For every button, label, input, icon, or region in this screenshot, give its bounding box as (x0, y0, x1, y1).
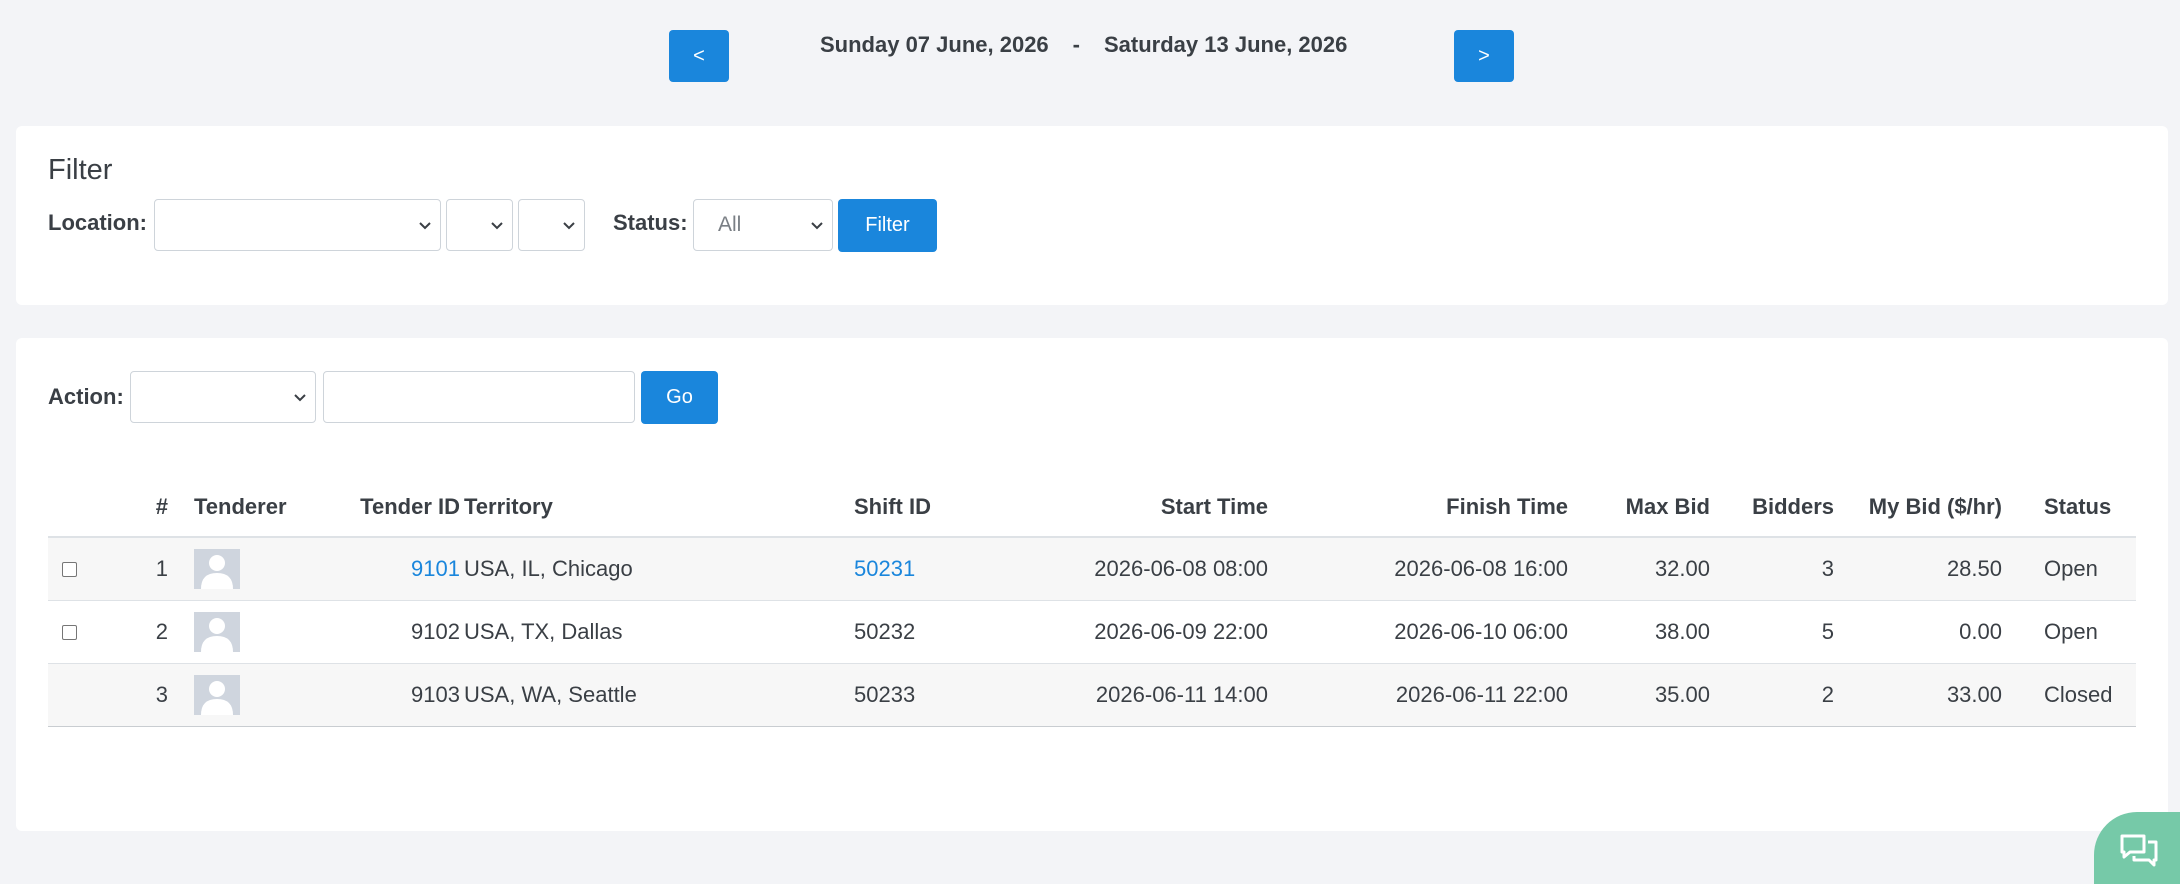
territory-cell: USA, IL, Chicago (464, 556, 633, 581)
week-navigator: < Sunday 07 June, 2026 - Saturday 13 Jun… (0, 0, 2180, 110)
filter-panel: Filter Location: Status: All Filter (16, 126, 2168, 305)
finish-time-cell: 2026-06-10 06:00 (1394, 619, 1568, 644)
max-bid-cell: 38.00 (1654, 619, 1710, 644)
location-select[interactable] (154, 199, 441, 251)
chat-bubbles-icon (2120, 834, 2158, 867)
tender-id-link[interactable]: 9101 (318, 538, 460, 600)
status-select[interactable]: All (693, 199, 833, 251)
column-header-shift-id[interactable]: Shift ID (854, 478, 964, 536)
checkbox-box[interactable] (62, 561, 77, 577)
chevron-down-icon (811, 222, 823, 230)
chevron-down-icon (491, 222, 503, 230)
user-silhouette-icon (201, 681, 233, 715)
tenderer-cell (194, 538, 254, 600)
row-index: 3 (155, 682, 168, 707)
location-sub-select-1[interactable] (446, 199, 513, 251)
column-header-tender-id[interactable]: Tender ID (318, 478, 460, 536)
week-start-date: Sunday 07 June, 2026 (820, 32, 1049, 57)
row-index: 2 (155, 619, 168, 644)
column-header-max-bid[interactable]: Max Bid (1588, 478, 1710, 536)
filter-button[interactable]: Filter (838, 199, 937, 252)
row-select-checkbox[interactable] (62, 601, 92, 663)
finish-time-cell: 2026-06-08 16:00 (1394, 556, 1568, 581)
max-bid-cell: 35.00 (1654, 682, 1710, 707)
previous-week-button[interactable]: < (669, 30, 729, 82)
table-row: 1 9101 USA, IL, Chicago 50231 2026-06-08… (48, 538, 2136, 601)
chevron-down-icon (294, 394, 306, 402)
status-select-value: All (718, 213, 742, 236)
bidders-cell: 5 (1821, 619, 1834, 644)
status-cell: Closed (2044, 682, 2113, 707)
start-time-cell: 2026-06-09 22:00 (1094, 619, 1268, 644)
filter-title: Filter (48, 154, 113, 186)
column-header-finish-time[interactable]: Finish Time (1348, 478, 1568, 536)
column-header-tenderer[interactable]: Tenderer (194, 478, 314, 536)
tenderer-cell (194, 601, 254, 663)
my-bid-cell: 28.50 (1946, 556, 2002, 581)
action-select[interactable] (130, 371, 316, 423)
tenderer-cell (194, 664, 254, 726)
column-header-select (48, 478, 88, 536)
column-header-start-time[interactable]: Start Time (1048, 478, 1268, 536)
tenders-panel: Action: Go # Tenderer Tender ID Territor… (16, 338, 2168, 831)
chat-launcher-button[interactable] (2094, 812, 2180, 884)
location-label: Location: (48, 210, 147, 235)
my-bid-cell: 0.00 (1959, 619, 2002, 644)
action-label: Action: (48, 384, 124, 409)
my-bid-cell: 33.00 (1946, 682, 2002, 707)
user-avatar-placeholder-icon (194, 612, 240, 652)
bidders-cell: 3 (1821, 556, 1834, 581)
week-end-date: Saturday 13 June, 2026 (1104, 32, 1348, 57)
column-header-my-bid[interactable]: My Bid ($/hr) (1838, 478, 2002, 536)
shift-id-cell: 50232 (854, 619, 916, 644)
checkbox-box[interactable] (62, 624, 77, 640)
row-select-checkbox[interactable] (62, 538, 92, 600)
column-header-territory[interactable]: Territory (464, 478, 624, 536)
user-avatar-placeholder-icon (194, 675, 240, 715)
date-range-separator: - (1072, 32, 1080, 57)
go-button[interactable]: Go (641, 371, 718, 424)
shift-id-cell: 50233 (854, 682, 916, 707)
shift-id-link[interactable]: 50231 (854, 538, 964, 600)
table-header-row: # Tenderer Tender ID Territory Shift ID … (48, 478, 2136, 538)
bidders-cell: 2 (1821, 682, 1834, 707)
date-range: Sunday 07 June, 2026 - Saturday 13 June,… (820, 30, 1347, 60)
chevron-down-icon (419, 222, 431, 230)
column-header-index[interactable]: # (108, 478, 168, 536)
start-time-cell: 2026-06-11 14:00 (1095, 682, 1268, 707)
territory-cell: USA, WA, Seattle (464, 682, 637, 707)
status-cell: Open (2044, 619, 2098, 644)
finish-time-cell: 2026-06-11 22:00 (1395, 682, 1568, 707)
next-week-button[interactable]: > (1454, 30, 1514, 82)
territory-cell: USA, TX, Dallas (464, 619, 623, 644)
action-value-input[interactable] (323, 371, 635, 423)
user-avatar-placeholder-icon (194, 549, 240, 589)
chevron-down-icon (563, 222, 575, 230)
user-silhouette-icon (201, 555, 233, 589)
max-bid-cell: 32.00 (1654, 556, 1710, 581)
table-row: 2 9102 USA, TX, Dallas 50232 2026-06-09 … (48, 601, 2136, 664)
tender-id-cell: 9102 (411, 619, 460, 644)
start-time-cell: 2026-06-08 08:00 (1094, 556, 1268, 581)
row-index: 1 (155, 556, 168, 581)
location-sub-select-2[interactable] (518, 199, 585, 251)
tender-id-cell: 9103 (411, 682, 460, 707)
status-label: Status: (613, 210, 688, 235)
column-header-status[interactable]: Status (2044, 478, 2134, 536)
user-silhouette-icon (201, 618, 233, 652)
tenders-table: # Tenderer Tender ID Territory Shift ID … (48, 478, 2136, 727)
status-cell: Open (2044, 556, 2098, 581)
column-header-bidders[interactable]: Bidders (1714, 478, 1834, 536)
table-row: 3 9103 USA, WA, Seattle 50233 2026-06-11… (48, 664, 2136, 727)
